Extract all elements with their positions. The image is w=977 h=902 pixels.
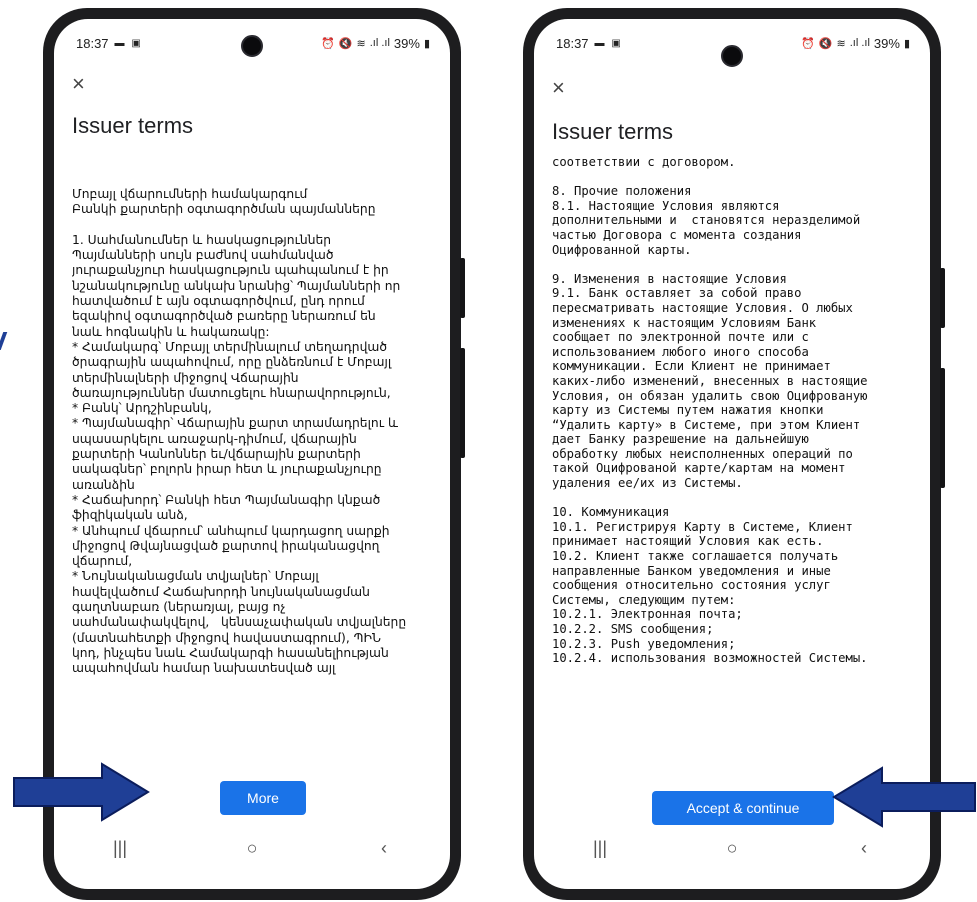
page-title: Issuer terms xyxy=(72,113,194,138)
mute-icon: 🔇 xyxy=(338,37,353,50)
front-camera xyxy=(721,45,743,67)
battery-level: 39% xyxy=(873,35,900,51)
status-time: 18:37 xyxy=(556,35,589,51)
signal-icon: .ıl .ıl xyxy=(369,37,390,49)
battery-icon: ▮ xyxy=(423,37,430,50)
terms-text[interactable]: Մոբայլ վճարումների համակարգում Բանկի քար… xyxy=(72,187,436,764)
screen-right: 18:37 ▬ ▣ ⏰ 🔇 ≋ .ıl .ıl 39% ▮ × Issuer t… xyxy=(534,19,930,889)
front-camera xyxy=(241,35,263,57)
terms-text[interactable]: соответствии с договором. 8. Прочие поло… xyxy=(552,155,916,715)
nav-bar: ||| ○ ‹ xyxy=(534,833,930,863)
battery-icon: ▮ xyxy=(903,37,910,50)
notification-icons: ▬ ▣ xyxy=(594,37,623,49)
system-icons: ⏰ 🔇 ≋ .ıl .ıl 39% ▮ xyxy=(321,36,430,51)
back-icon[interactable]: ‹ xyxy=(354,838,414,859)
power-button xyxy=(940,268,945,328)
volume-button xyxy=(460,348,465,458)
wifi-icon: ≋ xyxy=(836,37,846,50)
recents-icon[interactable]: ||| xyxy=(90,838,150,859)
recents-icon[interactable]: ||| xyxy=(570,838,630,859)
wifi-icon: ≋ xyxy=(356,37,366,50)
signal-icon: .ıl .ıl xyxy=(849,37,870,49)
system-icons: ⏰ 🔇 ≋ .ıl .ıl 39% ▮ xyxy=(801,36,910,51)
accept-continue-button[interactable]: Accept & continue xyxy=(652,791,834,825)
back-icon[interactable]: ‹ xyxy=(834,838,894,859)
home-icon[interactable]: ○ xyxy=(702,838,762,859)
notification-icons: ▬ ▣ xyxy=(114,37,143,49)
page-title: Issuer terms xyxy=(552,119,674,144)
arrow-left-shape xyxy=(832,766,976,828)
power-button xyxy=(460,258,465,318)
volume-button xyxy=(940,368,945,488)
arrow-right-icon xyxy=(13,762,150,822)
edge-mark xyxy=(0,332,8,350)
more-button[interactable]: More xyxy=(220,781,306,815)
arrow-left-icon xyxy=(832,766,976,828)
home-icon[interactable]: ○ xyxy=(222,838,282,859)
status-time: 18:37 xyxy=(76,35,109,51)
nav-bar: ||| ○ ‹ xyxy=(54,833,450,863)
close-icon[interactable]: × xyxy=(72,73,85,95)
arrow-right-shape xyxy=(13,762,150,822)
screen-left: 18:37 ▬ ▣ ⏰ 🔇 ≋ .ıl .ıl 39% ▮ × Issuer t… xyxy=(54,19,450,889)
alarm-icon: ⏰ xyxy=(321,37,335,50)
close-icon[interactable]: × xyxy=(552,77,565,99)
battery-level: 39% xyxy=(393,35,420,51)
alarm-icon: ⏰ xyxy=(801,37,815,50)
mute-icon: 🔇 xyxy=(818,37,833,50)
